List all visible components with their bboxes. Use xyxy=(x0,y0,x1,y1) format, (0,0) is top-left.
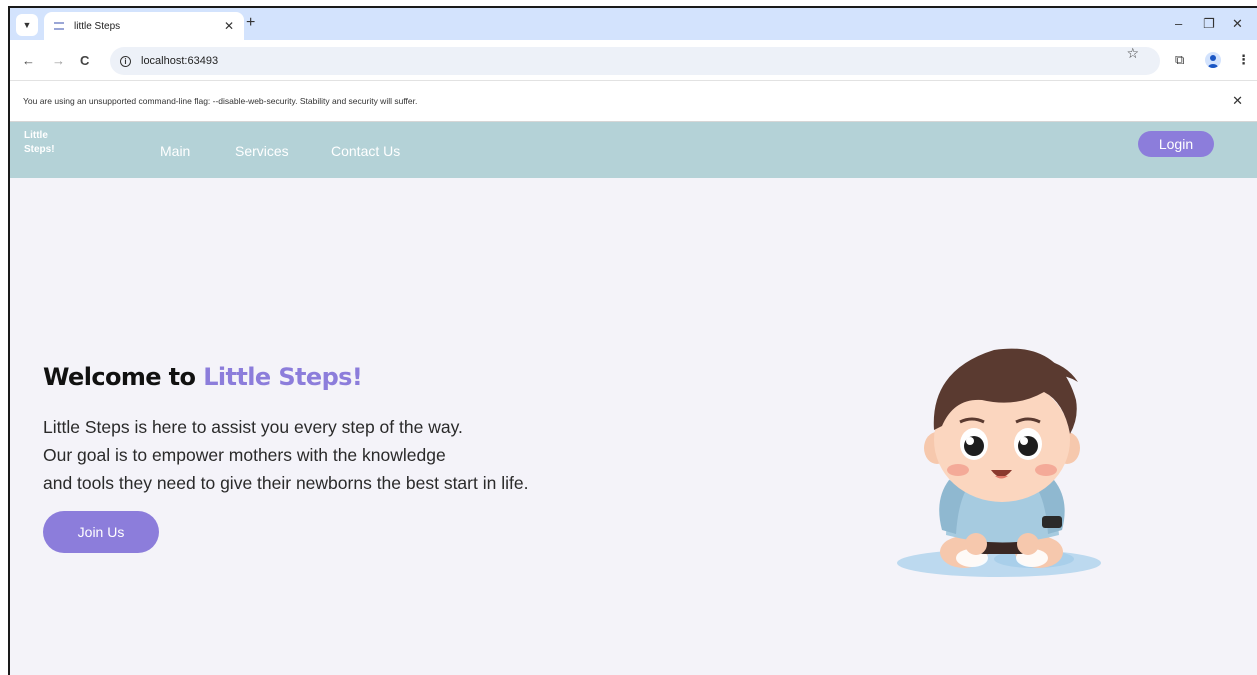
nav-link-main[interactable]: Main xyxy=(160,143,190,159)
profile-avatar-icon[interactable] xyxy=(1205,52,1221,68)
hero-description: Little Steps is here to assist you every… xyxy=(43,413,643,497)
hero-description-line: Our goal is to empower mothers with the … xyxy=(43,445,446,465)
restore-icon[interactable]: ❐ xyxy=(1203,16,1215,32)
extensions-icon[interactable]: ⧉ xyxy=(1175,52,1184,68)
hero-description-line: Little Steps is here to assist you every… xyxy=(43,417,463,437)
hero-description-line: and tools they need to give their newbor… xyxy=(43,473,529,493)
warning-infobar: You are using an unsupported command-lin… xyxy=(10,80,1257,122)
tab-search-chevron-icon[interactable]: ▼ xyxy=(16,14,38,36)
site-logo[interactable]: Little Steps! xyxy=(24,129,64,157)
minimize-icon[interactable]: – xyxy=(1175,16,1182,31)
reload-icon[interactable]: C xyxy=(80,53,89,68)
browser-toolbar: ← → C i localhost:63493 ☆ ⧉ ⋮ xyxy=(10,40,1257,80)
join-us-button[interactable]: Join Us xyxy=(43,511,159,553)
hero-title-prefix: Welcome to xyxy=(43,363,204,391)
url-text: localhost:63493 xyxy=(141,55,219,67)
infobar-message: You are using an unsupported command-lin… xyxy=(23,96,418,106)
bookmark-star-icon[interactable]: ☆ xyxy=(1126,45,1139,62)
back-icon[interactable]: ← xyxy=(22,53,35,68)
infobar-close-icon[interactable]: ✕ xyxy=(1232,93,1243,109)
tab-title: little Steps xyxy=(74,20,121,32)
close-window-icon[interactable]: ✕ xyxy=(1232,16,1243,32)
nav-link-services[interactable]: Services xyxy=(235,143,289,159)
site-navbar: Little Steps! Main Services Contact Us L… xyxy=(10,122,1257,178)
menu-icon[interactable]: ⋮ xyxy=(1237,52,1250,68)
tab-strip: ▼ little Steps ✕ + – ❐ ✕ xyxy=(10,8,1257,40)
forward-icon[interactable]: → xyxy=(52,53,65,68)
hero-title-accent: Little Steps! xyxy=(203,363,363,391)
site-info-icon[interactable]: i xyxy=(120,55,131,67)
new-tab-button[interactable]: + xyxy=(246,14,255,32)
tab-close-icon[interactable]: ✕ xyxy=(224,19,234,33)
baby-illustration xyxy=(897,348,1101,577)
hero-title: Welcome to Little Steps! xyxy=(43,363,363,391)
browser-window: ▼ little Steps ✕ + – ❐ ✕ ← → C i localho… xyxy=(8,6,1257,675)
nav-link-contact-us[interactable]: Contact Us xyxy=(331,143,400,159)
login-button[interactable]: Login xyxy=(1138,131,1214,157)
tab-favicon-icon xyxy=(54,22,64,30)
address-bar[interactable]: i localhost:63493 xyxy=(110,47,1160,75)
browser-tab[interactable]: little Steps ✕ xyxy=(44,12,244,40)
